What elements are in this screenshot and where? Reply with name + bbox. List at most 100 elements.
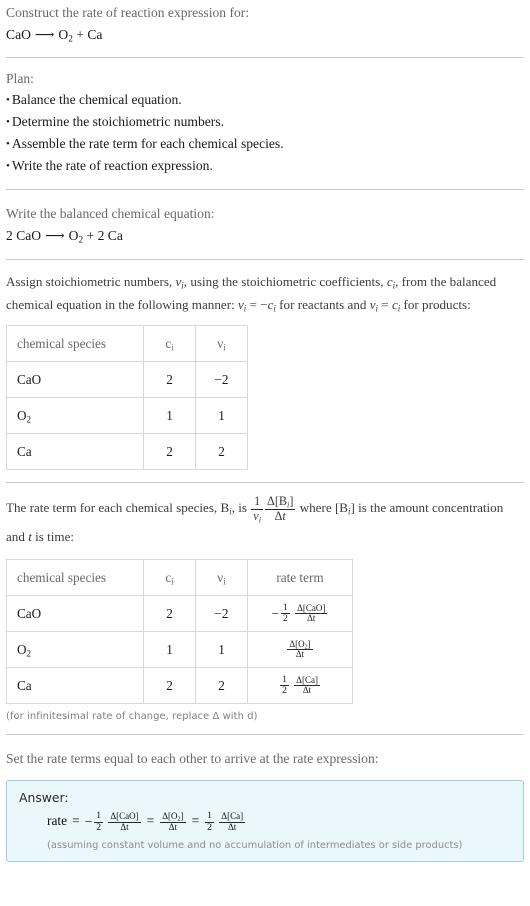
cell-nu: 1 xyxy=(195,631,248,669)
fraction-numerator: 1 xyxy=(254,494,261,509)
cell-c: 2 xyxy=(143,595,196,633)
delta-num-text: Δ[O xyxy=(289,638,305,649)
fraction-numerator: Δ[O2] xyxy=(160,810,185,823)
fraction-denominator: Δt xyxy=(295,613,328,624)
table-row: O2 1 1 xyxy=(6,397,248,435)
fraction-denominator: 2 xyxy=(281,613,290,625)
stoichiometry-paragraph: Assign stoichiometric numbers, νi, using… xyxy=(6,271,524,316)
equals-sign: = xyxy=(191,813,200,829)
cell-c: 1 xyxy=(143,631,196,669)
delta-num-end: ] xyxy=(307,638,311,649)
column-header-c: ci xyxy=(143,325,196,363)
fraction-denominator: 2 xyxy=(94,821,103,833)
answer-expression: rate = −1 2 Δ[CaO] Δt = Δ[O2] Δt = 1 2 Δ[Ca] Δt xyxy=(19,810,511,833)
column-header-nu-sub: i xyxy=(223,342,226,353)
answer-label: Answer: xyxy=(19,790,69,806)
stoich-text-7: for products: xyxy=(400,296,471,312)
cell-rate-term: 12 Δ[Ca] Δt xyxy=(247,667,353,705)
answer-note: (assuming constant volume and no accumul… xyxy=(47,840,463,852)
cell-nu: −2 xyxy=(195,361,248,399)
fraction-numerator: Δ[Ca] xyxy=(296,674,318,685)
cell-rate-term: −1 2 Δ[CaO] Δt xyxy=(247,595,353,633)
answer-term3-delta-fraction: Δ[Ca] Δt xyxy=(219,810,246,832)
species-name: Ca xyxy=(17,443,32,459)
balanced-product-1-sub: 2 xyxy=(78,234,84,245)
stoichiometry-section: Assign stoichiometric numbers, νi , using… xyxy=(6,260,524,482)
fraction-numerator: Δ[Ca] xyxy=(221,810,244,821)
column-header-c: ci xyxy=(143,559,196,597)
answer-box: Answer: rate = −1 2 Δ[CaO] Δt = Δ[O2] Δt = 1 2 Δ[C… xyxy=(6,780,524,863)
rate-text-2: , is xyxy=(231,500,251,516)
equation-product-1: O xyxy=(58,27,69,43)
rate-word: rate xyxy=(47,813,68,829)
rate-delta-fraction: Δ[CaO] Δt xyxy=(295,603,328,624)
table-row: CaO 2 −2 xyxy=(6,361,248,399)
cell-c: 1 xyxy=(143,397,196,435)
equals-sign: = xyxy=(146,813,155,829)
delta-num-text: Δ[O xyxy=(162,810,178,821)
plan-label: Plan: xyxy=(6,70,34,86)
cell-rate-term: Δ[O2] Δt xyxy=(247,631,353,669)
fraction-denominator: Δt xyxy=(160,821,186,833)
plan-section: Plan: • Balance the chemical equation. • D… xyxy=(6,58,524,189)
balanced-equation-label: Write the balanced chemical equation: xyxy=(6,206,215,222)
rate-term-table: chemical species ci νi rate term CaO 2 −… xyxy=(6,559,353,705)
final-answer-section: Set the rate terms equal to each other t… xyxy=(6,735,524,866)
rate-text-1: The rate term for each chemical species, xyxy=(6,500,221,516)
equation-product-2: Ca xyxy=(87,27,103,43)
cell-species: CaO xyxy=(6,361,144,399)
fraction-denominator: Δt xyxy=(294,685,320,696)
fraction-numerator: 1 xyxy=(96,810,101,822)
balanced-equation: 2 CaO ⟶ O2 + 2 Ca xyxy=(6,224,524,247)
reaction-arrow-icon: ⟶ xyxy=(45,228,65,244)
equation-reactant: CaO xyxy=(6,27,31,43)
delta-num-end: ] xyxy=(180,810,184,821)
stoich-text-4: = − xyxy=(246,296,268,312)
fraction-numerator: Δ[O2] xyxy=(287,638,312,651)
stoich-text-6: = xyxy=(378,296,392,312)
answer-term3-coef-fraction: 12 xyxy=(205,810,214,833)
rate-formula-coef-fraction: 1 νi xyxy=(251,494,263,524)
rate-delta-fraction: Δ[Ca] Δt xyxy=(294,674,320,696)
column-header-c-sub: i xyxy=(171,342,174,353)
rate-text-3: where [B xyxy=(296,500,349,516)
species-name: O xyxy=(17,407,27,423)
stoich-text-1: Assign stoichiometric numbers, xyxy=(6,274,176,290)
column-header-nu: νi xyxy=(195,559,248,597)
equals-sign: = xyxy=(72,813,80,829)
fraction-denominator: Δt xyxy=(287,649,313,660)
answer-term1-delta-fraction: Δ[CaO] Δt xyxy=(108,811,141,832)
plan-item: • Write the rate of reaction expression. xyxy=(6,155,524,177)
solution-page: Construct the rate of reaction expressio… xyxy=(0,0,530,866)
balanced-reactant: CaO xyxy=(16,228,42,244)
table-header-row: chemical species ci νi rate term xyxy=(6,559,353,597)
reaction-arrow-icon: ⟶ xyxy=(34,27,55,43)
species-sub: 2 xyxy=(26,648,32,659)
cell-species: Ca xyxy=(6,433,144,471)
column-header-species: chemical species xyxy=(6,559,144,597)
fraction-denominator: 2 xyxy=(280,685,289,697)
table-row: Ca 2 2 12 Δ[Ca] Δt xyxy=(6,667,353,705)
balanced-product-2: Ca xyxy=(107,228,123,244)
stoich-text-2: , using the stoichiometric coefficients, xyxy=(183,274,387,290)
fraction-den-sub: i xyxy=(258,514,261,524)
column-header-nu: νi xyxy=(195,325,248,363)
cell-nu: 2 xyxy=(195,667,248,705)
final-intro-label: Set the rate terms equal to each other t… xyxy=(6,751,379,767)
balanced-product-1: O xyxy=(68,228,79,244)
rate-coef-fraction: 12 xyxy=(280,674,289,697)
fraction-numerator: 1 xyxy=(207,810,212,822)
fraction-denominator: 2 xyxy=(205,821,214,833)
cell-species: CaO xyxy=(6,595,144,633)
rate-term-section: The rate term for each chemical species,… xyxy=(6,483,524,734)
rate-coef-fraction: 12 xyxy=(281,602,290,625)
rate-delta-fraction: Δ[O2] Δt xyxy=(287,638,313,660)
balanced-reactant-coef: 2 xyxy=(6,228,13,244)
species-name: CaO xyxy=(17,371,42,387)
answer-term1-coef-fraction: 12 xyxy=(94,810,103,833)
species-name: CaO xyxy=(17,605,42,621)
rate-species-symbol: B xyxy=(220,500,230,516)
delta-num-text: Δ[B xyxy=(267,494,288,509)
rate-term-footnote: (for infinitesimal rate of change, repla… xyxy=(6,711,258,723)
plan-item-label: Balance the chemical equation. xyxy=(11,92,182,108)
